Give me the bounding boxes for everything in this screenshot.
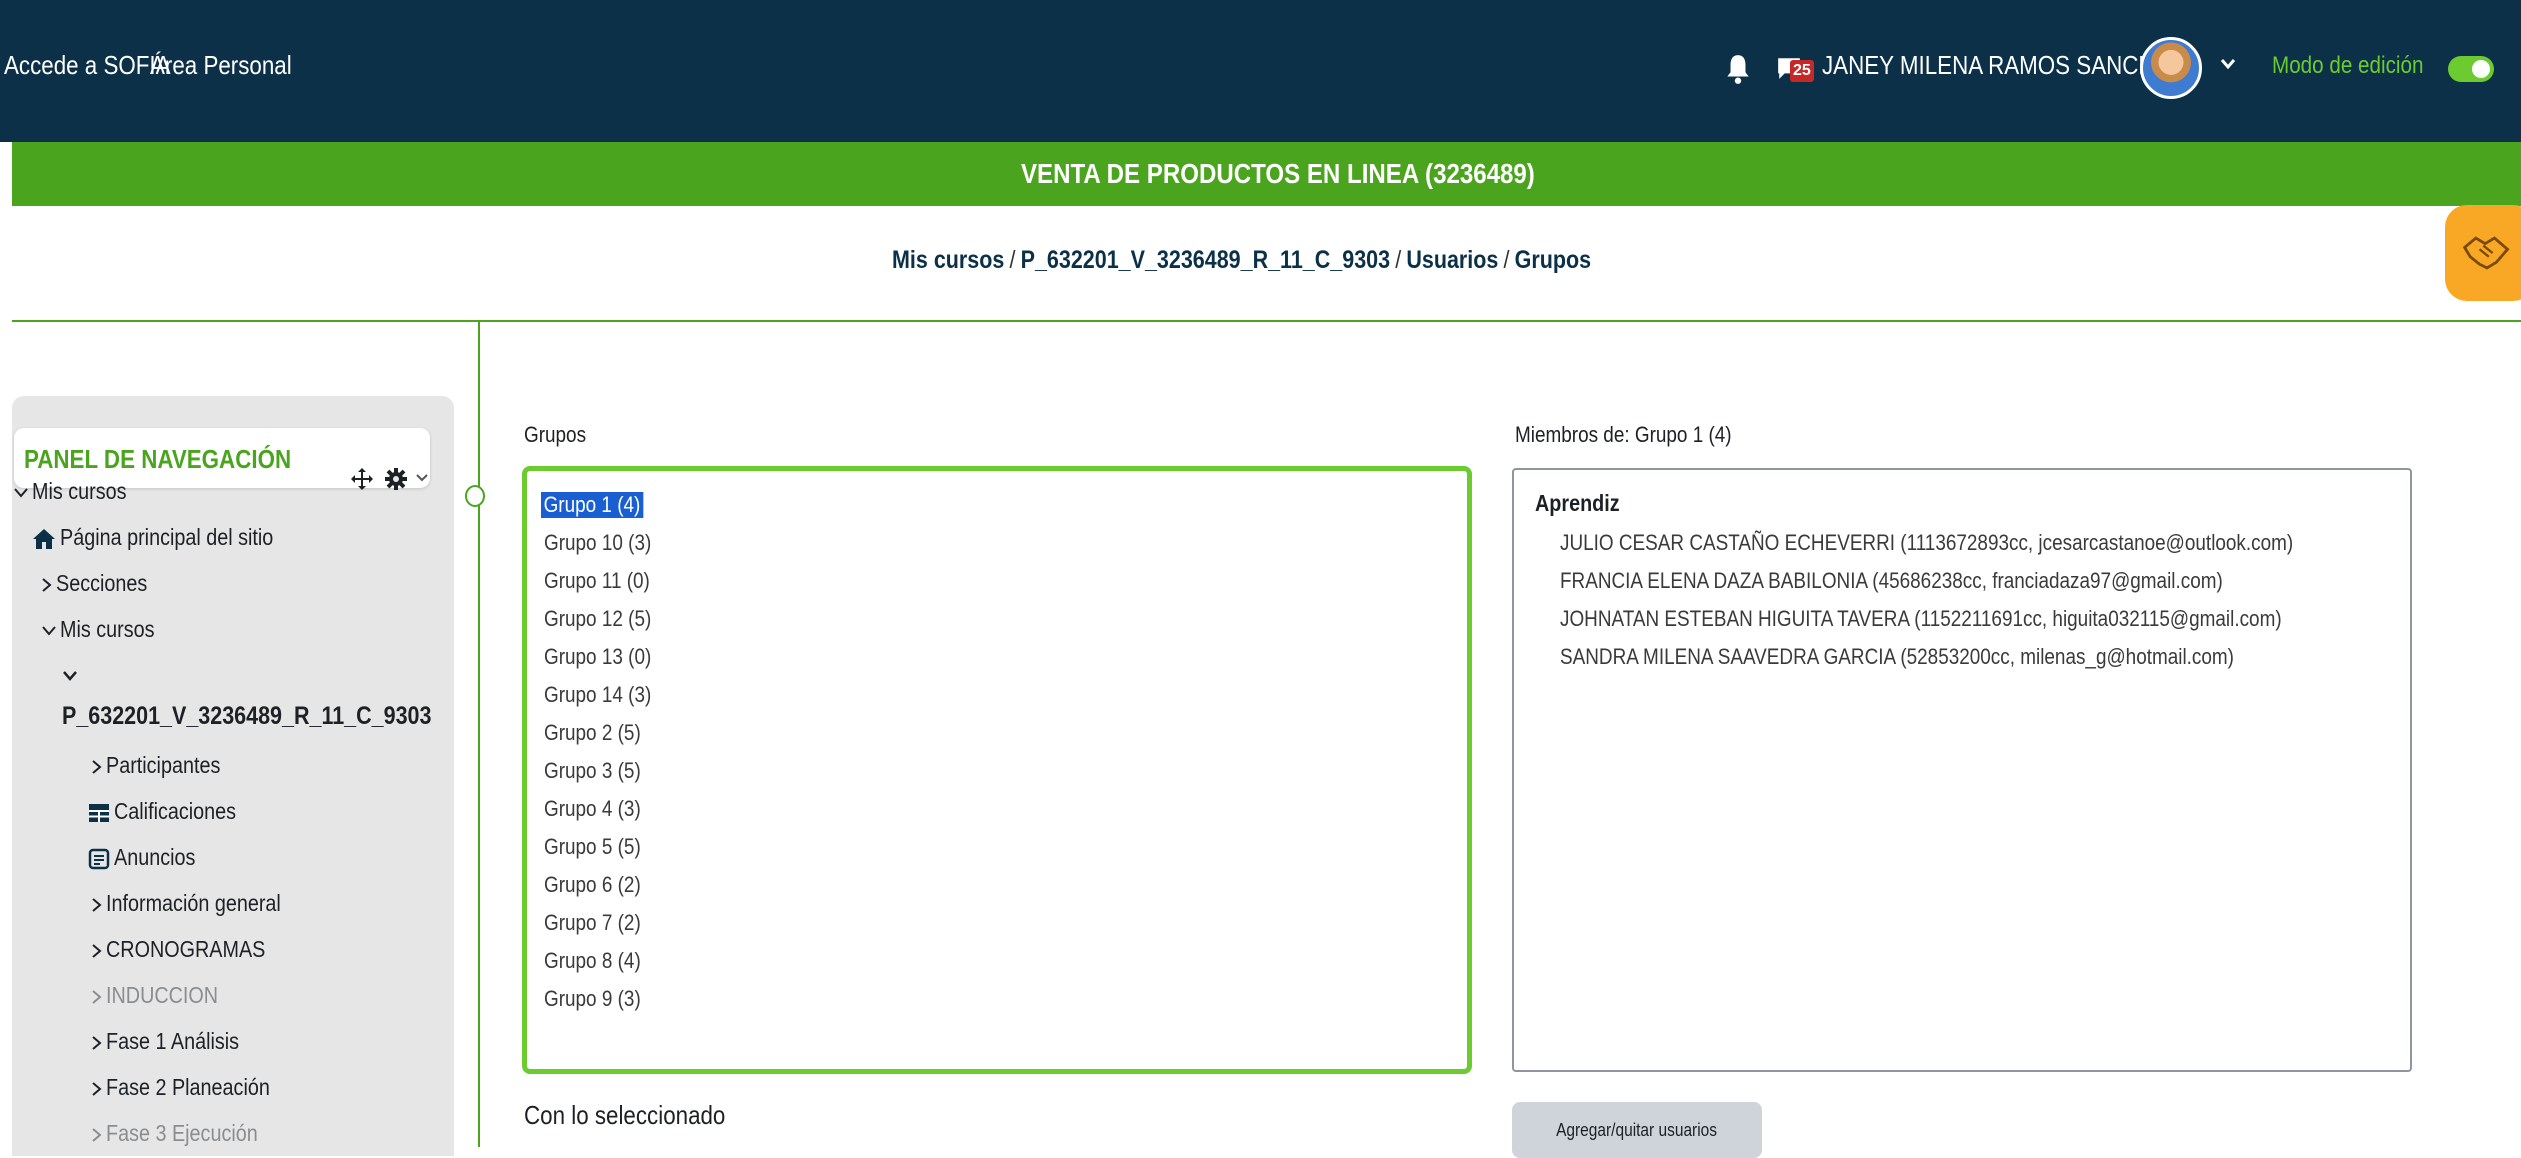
tree-item-calificaciones[interactable]: Calificaciones bbox=[88, 798, 256, 825]
chevron-down-icon bbox=[42, 626, 56, 636]
member-item[interactable]: FRANCIA ELENA DAZA BABILONIA (45686238cc… bbox=[1560, 568, 2223, 594]
tree-item-secciones[interactable]: Secciones bbox=[42, 570, 162, 597]
group-option[interactable]: Grupo 9 (3) bbox=[544, 986, 641, 1012]
edit-mode-label: Modo de edición bbox=[2272, 52, 2424, 79]
member-item[interactable]: JOHNATAN ESTEBAN HIGUITA TAVERA (1152211… bbox=[1560, 606, 2282, 632]
breadcrumb-grupos: Grupos bbox=[1514, 246, 1592, 274]
members-list[interactable] bbox=[1512, 468, 2412, 1072]
group-option[interactable]: Grupo 7 (2) bbox=[544, 910, 641, 936]
tree-item-fase-2[interactable]: Fase 2 Planeación bbox=[92, 1074, 297, 1101]
tree-item-mis-cursos[interactable]: Mis cursos bbox=[14, 478, 142, 505]
divider bbox=[12, 320, 2521, 322]
move-icon[interactable] bbox=[350, 467, 374, 491]
chevron-right-icon bbox=[92, 1036, 102, 1050]
forum-icon bbox=[88, 848, 110, 870]
help-button[interactable] bbox=[2445, 205, 2521, 301]
user-name[interactable]: JANEY MILENA RAMOS SANCHEZ bbox=[1822, 50, 2183, 81]
tree-item-course[interactable]: P_632201_V_3236489_R_11_C_9303 bbox=[62, 702, 492, 731]
chevron-right-icon bbox=[42, 578, 52, 592]
group-option[interactable]: Grupo 6 (2) bbox=[544, 872, 641, 898]
tree-item-label: Fase 1 Análisis bbox=[106, 1028, 240, 1054]
with-selected-label: Con lo seleccionado bbox=[524, 1100, 726, 1130]
tree-item-anuncios[interactable]: Anuncios bbox=[88, 844, 209, 871]
chevron-right-icon bbox=[92, 898, 102, 912]
group-option[interactable]: Grupo 14 (3) bbox=[544, 682, 651, 708]
tree-item-label: INDUCCION bbox=[106, 982, 219, 1008]
gear-icon[interactable] bbox=[384, 467, 408, 491]
tree-item-fase-1[interactable]: Fase 1 Análisis bbox=[92, 1028, 261, 1055]
tree-item-label: Secciones bbox=[56, 570, 148, 596]
chevron-down-icon bbox=[14, 488, 28, 498]
group-option[interactable]: Grupo 4 (3) bbox=[544, 796, 641, 822]
bell-icon[interactable] bbox=[1725, 53, 1751, 85]
group-option[interactable]: Grupo 13 (0) bbox=[544, 644, 651, 670]
role-heading: Aprendiz bbox=[1535, 490, 1620, 516]
group-option[interactable]: Grupo 5 (5) bbox=[544, 834, 641, 860]
chevron-down-icon[interactable] bbox=[2220, 58, 2236, 70]
home-icon bbox=[33, 528, 55, 549]
group-option[interactable]: Grupo 11 (0) bbox=[544, 568, 650, 594]
tree-item-label: Página principal del sitio bbox=[60, 524, 274, 550]
breadcrumb-mis-cursos[interactable]: Mis cursos bbox=[892, 246, 1004, 274]
grades-table-icon bbox=[89, 803, 109, 822]
group-option[interactable]: Grupo 1 (4) bbox=[541, 492, 643, 518]
group-option[interactable]: Grupo 12 (5) bbox=[544, 606, 651, 632]
tree-item-induccion[interactable]: INDUCCION bbox=[92, 982, 236, 1009]
course-title: VENTA DE PRODUCTOS EN LINEA (3236489) bbox=[1021, 158, 1535, 189]
tree-item-label: Anuncios bbox=[114, 844, 196, 870]
avatar[interactable] bbox=[2140, 37, 2202, 99]
groups-select[interactable] bbox=[522, 466, 1472, 1074]
add-remove-users-button[interactable]: Agregar/quitar usuarios bbox=[1512, 1102, 1762, 1158]
tree-item-cronogramas[interactable]: CRONOGRAMAS bbox=[92, 936, 291, 963]
chevron-right-icon bbox=[92, 1128, 102, 1142]
members-label: Miembros de: Grupo 1 (4) bbox=[1515, 422, 1732, 447]
chevron-right-icon bbox=[92, 1082, 102, 1096]
tree-item-label: CRONOGRAMAS bbox=[106, 936, 266, 962]
edit-mode-toggle[interactable] bbox=[2448, 56, 2494, 82]
tree-item-label: Mis cursos bbox=[60, 616, 155, 642]
breadcrumb-usuarios[interactable]: Usuarios bbox=[1406, 246, 1498, 274]
tree-item-informacion-general[interactable]: Información general bbox=[92, 890, 309, 917]
chevron-right-icon bbox=[92, 760, 102, 774]
tree-item-fase-3[interactable]: Fase 3 Ejecución bbox=[92, 1120, 282, 1147]
nav-link-area-personal[interactable]: Área Personal bbox=[150, 50, 292, 81]
drawer-divider bbox=[478, 322, 480, 1147]
member-item[interactable]: JULIO CESAR CASTAÑO ECHEVERRI (111367289… bbox=[1560, 530, 2293, 556]
drawer-title: PANEL DE NAVEGACIÓN bbox=[24, 444, 292, 474]
course-header: VENTA DE PRODUCTOS EN LINEA (3236489) bbox=[12, 142, 2521, 206]
group-option[interactable]: Grupo 10 (3) bbox=[544, 530, 651, 556]
nav-link-sofia[interactable]: Accede a SOFIA bbox=[4, 50, 171, 81]
tree-item-label: Mis cursos bbox=[32, 478, 127, 504]
chevron-down-icon[interactable] bbox=[416, 473, 428, 483]
tree-item-label: Fase 2 Planeación bbox=[106, 1074, 270, 1100]
handshake-icon bbox=[2462, 236, 2510, 270]
tree-item-home[interactable]: Página principal del sitio bbox=[32, 524, 308, 551]
tree-item-label: Participantes bbox=[106, 752, 221, 778]
chevron-right-icon bbox=[92, 990, 102, 1004]
drawer-handle[interactable] bbox=[465, 485, 485, 507]
group-option[interactable]: Grupo 2 (5) bbox=[544, 720, 641, 746]
group-option[interactable]: Grupo 8 (4) bbox=[544, 948, 641, 974]
chevron-down-icon[interactable] bbox=[62, 670, 78, 682]
tree-item-label: Fase 3 Ejecución bbox=[106, 1120, 258, 1146]
tree-item-label: Calificaciones bbox=[114, 798, 237, 824]
message-count-badge: 25 bbox=[1790, 60, 1814, 82]
top-navbar: Accede a SOFIA Área Personal 25 JANEY MI… bbox=[0, 0, 2521, 142]
breadcrumb: Mis cursos / P_632201_V_3236489_R_11_C_930… bbox=[892, 246, 1592, 274]
breadcrumb-course[interactable]: P_632201_V_3236489_R_11_C_9303 bbox=[1021, 246, 1390, 274]
tree-item-label: P_632201_V_3236489_R_11_C_9303 bbox=[62, 702, 432, 730]
member-item[interactable]: SANDRA MILENA SAAVEDRA GARCIA (52853200c… bbox=[1560, 644, 2234, 670]
groups-label: Grupos bbox=[524, 422, 587, 447]
button-label: Agregar/quitar usuarios bbox=[1556, 1119, 1718, 1140]
tree-item-mis-cursos-2[interactable]: Mis cursos bbox=[42, 616, 170, 643]
chevron-right-icon bbox=[92, 944, 102, 958]
tree-item-label: Información general bbox=[106, 890, 281, 916]
tree-item-participantes[interactable]: Participantes bbox=[92, 752, 239, 779]
group-option[interactable]: Grupo 3 (5) bbox=[544, 758, 641, 784]
